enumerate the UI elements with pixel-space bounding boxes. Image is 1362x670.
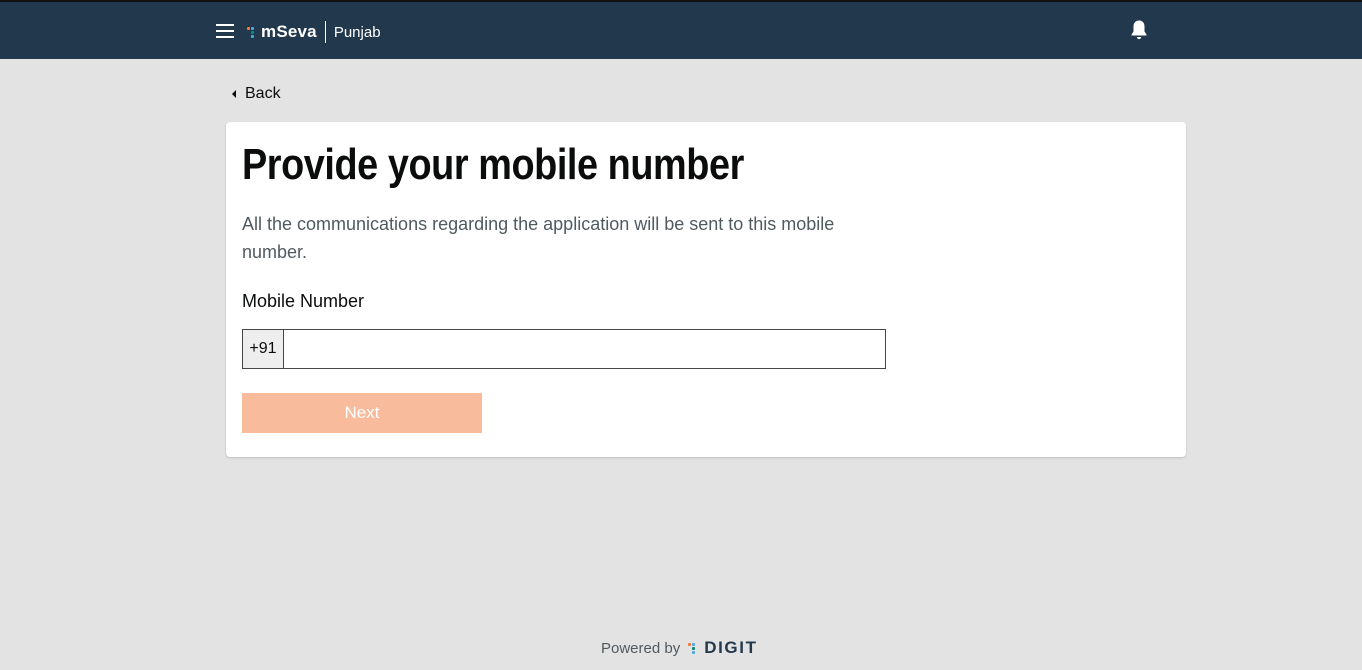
hamburger-menu-icon[interactable]: [216, 24, 234, 38]
back-link[interactable]: Back: [232, 84, 281, 104]
powered-by-label: Powered by: [601, 639, 681, 657]
brand-name: mSeva: [261, 22, 317, 41]
caret-left-icon: [232, 90, 236, 98]
next-button[interactable]: Next: [242, 393, 482, 433]
footer: Powered by DIGIT: [601, 638, 758, 658]
mobile-number-field: +91: [242, 329, 886, 369]
mobile-number-label: Mobile Number: [242, 291, 365, 311]
city-name: Punjab: [333, 23, 381, 41]
digit-logo-dots-icon: [688, 641, 700, 655]
mobile-number-card: Provide your mobile number All the commu…: [226, 122, 1186, 457]
mobile-number-input[interactable]: [284, 330, 885, 368]
back-label: Back: [245, 85, 281, 102]
logo-divider: [324, 21, 326, 43]
mseva-logo: mSeva Punjab: [247, 21, 381, 43]
top-app-bar: mSeva Punjab: [0, 0, 1362, 59]
bell-icon[interactable]: [1129, 19, 1149, 41]
country-code-prefix: +91: [243, 330, 284, 368]
page-title: Provide your mobile number: [242, 140, 744, 189]
digit-logo: DIGIT: [704, 638, 758, 657]
page-description: All the communications regarding the app…: [242, 214, 835, 262]
logo-dots-icon: [247, 25, 259, 39]
